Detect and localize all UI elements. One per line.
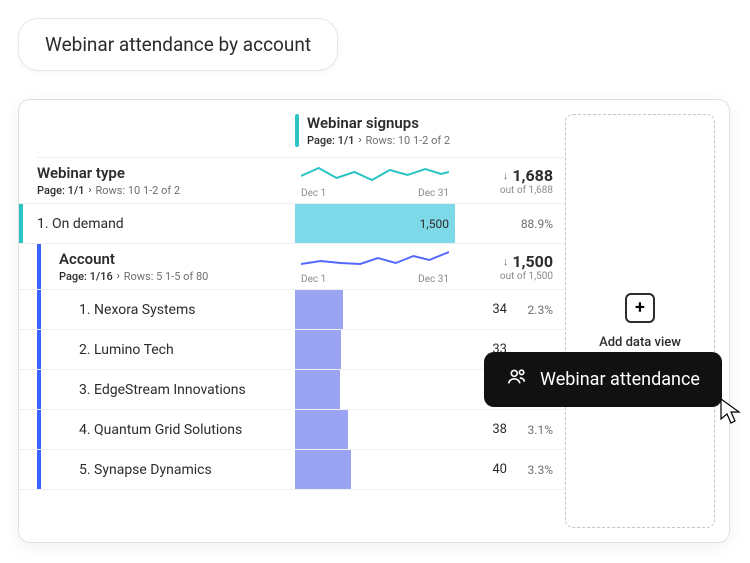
metric-meta: Page: 1/1 › Rows: 10 1-2 of 2 xyxy=(307,134,450,147)
metric-bar: 1,500 xyxy=(295,204,455,243)
dimension2-total: 1,500 xyxy=(512,252,553,271)
cursor-icon xyxy=(720,398,742,428)
dimension1-row[interactable]: 1. On demand 1,500 88.9% xyxy=(19,204,565,244)
chevron-right-icon[interactable]: › xyxy=(358,135,361,146)
account-pct: 2.3% xyxy=(515,290,565,329)
dropzone-label: Add data view xyxy=(599,335,681,350)
audience-icon xyxy=(506,366,528,393)
date-end: Dec 31 xyxy=(418,188,449,199)
sort-desc-icon[interactable]: ↓ xyxy=(503,255,509,268)
date-start: Dec 1 xyxy=(301,188,326,199)
metric-bar xyxy=(295,330,455,369)
report-panel: Webinar signups Page: 1/1 › Rows: 10 1-2… xyxy=(18,99,730,543)
dimension2-page[interactable]: Page: 1/16 xyxy=(59,270,113,283)
freeform-table: Webinar signups Page: 1/1 › Rows: 10 1-2… xyxy=(19,100,565,542)
page-title: Webinar attendance by account xyxy=(45,33,311,56)
account-value: 34 xyxy=(455,290,515,329)
account-label: 2. Lumino Tech xyxy=(41,330,295,369)
plus-icon: + xyxy=(625,293,655,323)
metric-bar-value: 1,500 xyxy=(420,217,449,231)
chevron-right-icon[interactable]: › xyxy=(117,271,120,282)
metric-page[interactable]: Page: 1/1 xyxy=(307,134,354,147)
dimension1-rows: Rows: 10 1-2 of 2 xyxy=(95,184,180,197)
metric-header[interactable]: Webinar signups Page: 1/1 › Rows: 10 1-2… xyxy=(295,114,565,147)
metric-bar xyxy=(295,290,455,329)
metric-accent xyxy=(295,114,299,147)
dimension2-rows: Rows: 5 1-5 of 80 xyxy=(124,270,209,283)
metric-rows: Rows: 10 1-2 of 2 xyxy=(365,134,450,147)
account-row[interactable]: 1. Nexora Systems 342.3% xyxy=(19,290,565,330)
sort-desc-icon[interactable]: ↓ xyxy=(503,169,509,182)
dimension1-page[interactable]: Page: 1/1 xyxy=(37,184,84,197)
dimension1-header-row: Webinar type Page: 1/1 › Rows: 10 1-2 of… xyxy=(19,158,565,204)
page-title-chip: Webinar attendance by account xyxy=(18,18,338,71)
dimension1-item-label: 1. On demand xyxy=(23,204,295,243)
metric-bar xyxy=(295,450,455,489)
account-pct: 3.3% xyxy=(515,450,565,489)
account-value: 38 xyxy=(455,410,515,449)
metric-title: Webinar signups xyxy=(307,114,450,132)
metric-bar xyxy=(295,410,455,449)
metric-sparkline: Dec 1 Dec 31 xyxy=(295,158,455,203)
account-sparkline: Dec 1 Dec 31 xyxy=(295,244,455,289)
dimension2-total-sub: out of 1,500 xyxy=(500,271,553,282)
date-end: Dec 31 xyxy=(418,274,449,285)
metric-total-sub: out of 1,688 xyxy=(500,185,553,196)
dimension2-title[interactable]: Account xyxy=(59,250,285,268)
account-pct: 3.1% xyxy=(515,410,565,449)
dimension1-title[interactable]: Webinar type xyxy=(37,164,285,182)
account-label: 3. EdgeStream Innovations xyxy=(41,370,295,409)
account-row[interactable]: 4. Quantum Grid Solutions 383.1% xyxy=(19,410,565,450)
account-label: 5. Synapse Dynamics xyxy=(41,450,295,489)
metric-bar xyxy=(295,370,455,409)
drag-tooltip-label: Webinar attendance xyxy=(540,369,700,390)
account-label: 4. Quantum Grid Solutions xyxy=(41,410,295,449)
account-row[interactable]: 5. Synapse Dynamics 403.3% xyxy=(19,450,565,490)
spacer xyxy=(455,204,515,243)
drag-tooltip: Webinar attendance xyxy=(484,352,722,407)
account-value: 40 xyxy=(455,450,515,489)
metric-total: 1,688 xyxy=(512,166,553,185)
dimension1-item-pct: 88.9% xyxy=(515,204,565,243)
chevron-right-icon[interactable]: › xyxy=(88,185,91,196)
add-data-view-dropzone[interactable]: + Add data view xyxy=(565,114,715,528)
account-label: 1. Nexora Systems xyxy=(41,290,295,329)
date-start: Dec 1 xyxy=(301,274,326,285)
dimension2-header-row: Account Page: 1/16 › Rows: 5 1-5 of 80 D… xyxy=(19,244,565,290)
